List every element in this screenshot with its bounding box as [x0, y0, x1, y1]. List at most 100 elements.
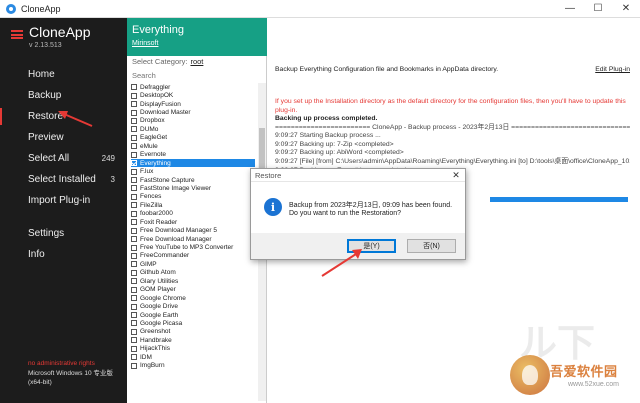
plugin-vendor-link[interactable]: Mirinsoft	[132, 40, 158, 47]
list-item[interactable]: Glary Utilities	[131, 277, 255, 285]
plugin-checkbox[interactable]	[131, 210, 137, 217]
list-item[interactable]: FastStone Capture	[131, 176, 255, 184]
plugin-label: Greenshot	[140, 328, 171, 336]
list-item[interactable]: Fences	[131, 193, 255, 201]
plugin-checkbox[interactable]	[131, 295, 137, 302]
list-item[interactable]: Free Download Manager	[131, 235, 255, 243]
plugin-checkbox[interactable]	[131, 134, 137, 141]
list-item[interactable]: Google Chrome	[131, 294, 255, 302]
category-root-link[interactable]: root	[190, 57, 203, 66]
sidebar-item-restore[interactable]: Restore	[0, 106, 127, 127]
dialog-body: i Backup from 2023年2月13日, 09:09 has been…	[251, 183, 465, 233]
plugin-checkbox[interactable]	[131, 202, 137, 209]
plugin-label: Free Download Manager 5	[140, 227, 217, 235]
sidebar-item-settings[interactable]: Settings	[0, 223, 127, 244]
plugin-label: Handbrake	[140, 336, 172, 344]
sidebar-item-home[interactable]: Home	[0, 64, 127, 85]
dialog-close-icon[interactable]: ✕	[447, 170, 465, 181]
hamburger-menu-icon[interactable]	[11, 30, 23, 39]
sidebar-item-backup[interactable]: Backup	[0, 85, 127, 106]
plugin-checkbox[interactable]	[131, 126, 137, 133]
list-item[interactable]: Foxit Reader	[131, 218, 255, 226]
plugin-warning: If you set up the Installation directory…	[275, 98, 626, 114]
list-item[interactable]: foobar2000	[131, 210, 255, 218]
watermark-url: www.52xue.com	[568, 381, 619, 388]
plugin-label: Glary Utilities	[140, 277, 179, 285]
list-item[interactable]: DUMo	[131, 125, 255, 133]
log-line: ======================== CloneApp - Back…	[275, 123, 630, 131]
plugin-checkbox[interactable]	[131, 92, 137, 99]
plugin-checkbox[interactable]	[131, 278, 137, 285]
plugin-checkbox[interactable]	[131, 303, 137, 310]
plugin-checkbox[interactable]	[131, 117, 137, 124]
list-item[interactable]: DisplayFusion	[131, 100, 255, 108]
sidebar-item-import-plugin[interactable]: Import Plug-in	[0, 190, 127, 211]
sidebar-item-preview[interactable]: Preview	[0, 127, 127, 148]
log-line: 9:09:27 [File] [from] C:\Users\admin\App…	[275, 157, 630, 165]
plugin-checkbox[interactable]	[131, 286, 137, 293]
list-item[interactable]: Evernote	[131, 151, 255, 159]
plugin-checkbox[interactable]	[131, 160, 137, 167]
plugin-checkbox[interactable]	[131, 193, 137, 200]
list-item[interactable]: Download Master	[131, 108, 255, 116]
list-item[interactable]: GIMP	[131, 260, 255, 268]
list-item[interactable]: Defraggler	[131, 83, 255, 91]
sidebar-item-info[interactable]: Info	[0, 244, 127, 265]
minimize-button[interactable]: —	[556, 0, 584, 18]
plugin-checkbox[interactable]	[131, 143, 137, 150]
plugin-label: Github Atom	[140, 269, 176, 277]
plugin-checkbox[interactable]	[131, 312, 137, 319]
plugin-checkbox[interactable]	[131, 244, 137, 251]
list-item[interactable]: Handbrake	[131, 336, 255, 344]
plugin-checkbox[interactable]	[131, 101, 137, 108]
plugin-checkbox[interactable]	[131, 177, 137, 184]
list-item[interactable]: FreeCommander	[131, 252, 255, 260]
plugin-checkbox[interactable]	[131, 261, 137, 268]
list-item[interactable]: Free YouTube to MP3 Converter	[131, 243, 255, 251]
list-item[interactable]: HijackThis	[131, 345, 255, 353]
plugin-checkbox[interactable]	[131, 269, 137, 276]
plugin-checkbox[interactable]	[131, 236, 137, 243]
list-item[interactable]: eMule	[131, 142, 255, 150]
edit-plugin-link[interactable]: Edit Plug-in	[595, 66, 630, 73]
plugin-checkbox[interactable]	[131, 219, 137, 226]
list-item[interactable]: DesktopOK	[131, 91, 255, 99]
plugin-list-panel: Select Category:root DefragglerDesktopOK…	[127, 56, 267, 403]
plugin-checkbox[interactable]	[131, 320, 137, 327]
list-item[interactable]: ImgBurn	[131, 361, 255, 369]
list-item[interactable]: Google Drive	[131, 302, 255, 310]
no-button[interactable]: 否(N)	[407, 239, 456, 253]
sidebar-item-select-installed[interactable]: Select Installed 3	[0, 169, 127, 190]
title-bar: CloneApp — ☐ ✕	[0, 0, 640, 18]
list-item[interactable]: F.lux	[131, 167, 255, 175]
plugin-checkbox[interactable]	[131, 328, 137, 335]
list-item[interactable]: IDM	[131, 353, 255, 361]
yes-button[interactable]: 是(Y)	[347, 239, 396, 253]
search-input[interactable]	[132, 70, 254, 80]
list-item[interactable]: Dropbox	[131, 117, 255, 125]
plugin-checkbox[interactable]	[131, 84, 137, 91]
list-item[interactable]: FastStone Image Viewer	[131, 184, 255, 192]
list-item[interactable]: Google Picasa	[131, 319, 255, 327]
plugin-checkbox[interactable]	[131, 345, 137, 352]
list-item[interactable]: Github Atom	[131, 269, 255, 277]
plugin-checkbox[interactable]	[131, 354, 137, 361]
list-item[interactable]: Greenshot	[131, 328, 255, 336]
list-item[interactable]: GOM Player	[131, 286, 255, 294]
list-item[interactable]: Free Download Manager 5	[131, 226, 255, 234]
list-item[interactable]: Everything	[131, 158, 255, 168]
plugin-checkbox[interactable]	[131, 227, 137, 234]
plugin-checkbox[interactable]	[131, 151, 137, 158]
maximize-button[interactable]: ☐	[584, 0, 612, 18]
sidebar-item-select-all[interactable]: Select All 249	[0, 148, 127, 169]
list-item[interactable]: FileZilla	[131, 201, 255, 209]
plugin-checkbox[interactable]	[131, 362, 137, 369]
plugin-checkbox[interactable]	[131, 109, 137, 116]
plugin-checkbox[interactable]	[131, 337, 137, 344]
plugin-checkbox[interactable]	[131, 185, 137, 192]
list-item[interactable]: Google Earth	[131, 311, 255, 319]
list-item[interactable]: EagleGet	[131, 134, 255, 142]
plugin-checkbox[interactable]	[131, 168, 137, 175]
plugin-checkbox[interactable]	[131, 252, 137, 259]
close-button[interactable]: ✕	[612, 0, 640, 18]
